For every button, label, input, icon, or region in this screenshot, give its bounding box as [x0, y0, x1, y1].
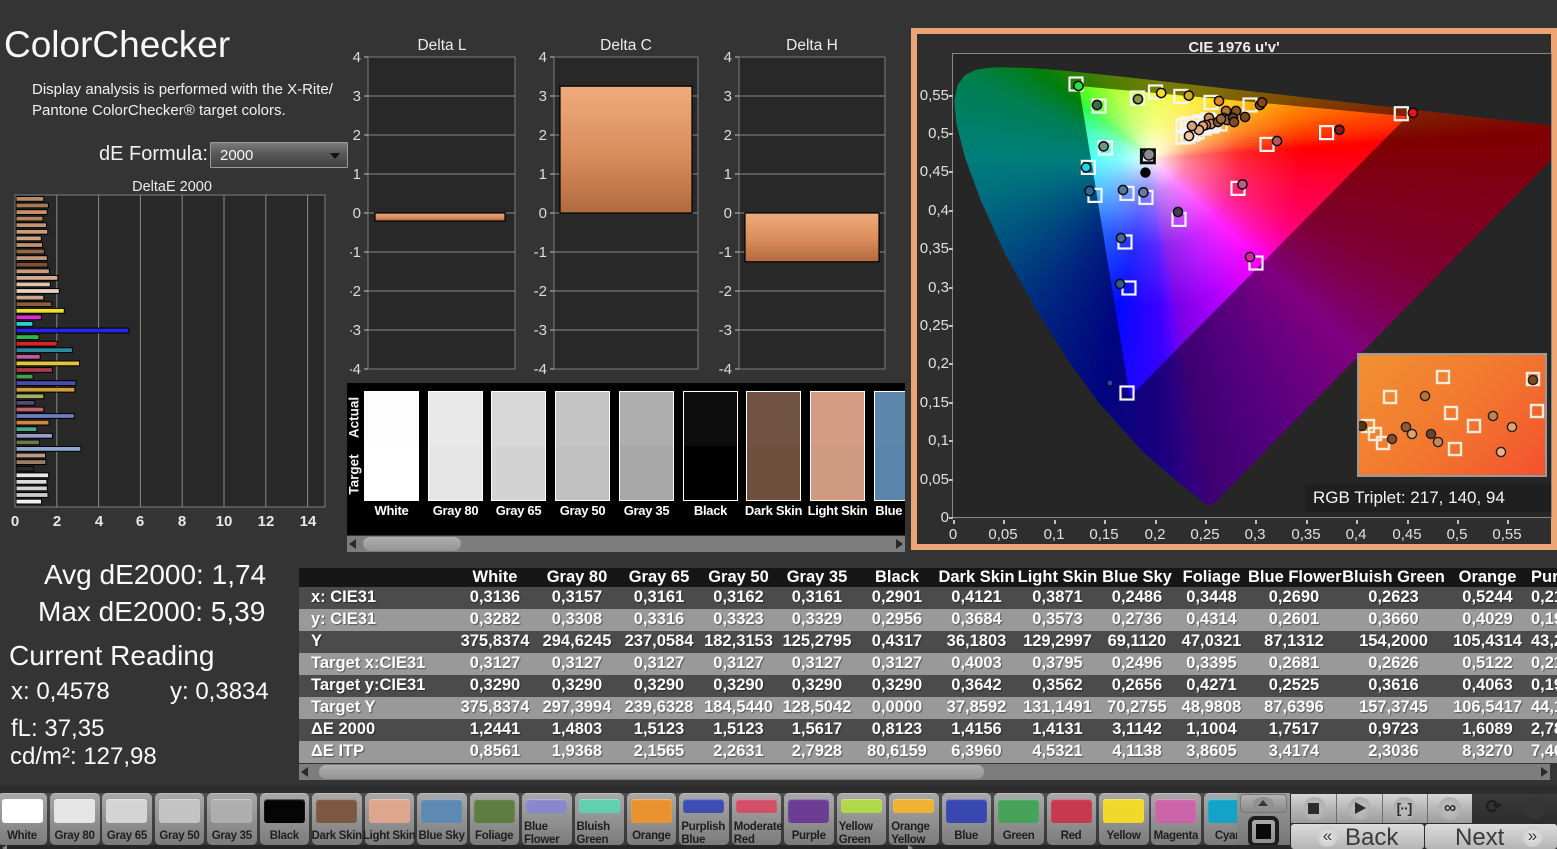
svg-text:0: 0	[539, 205, 547, 222]
svg-text:1: 1	[724, 166, 732, 183]
svg-text:1: 1	[539, 166, 547, 183]
svg-text:0: 0	[353, 205, 361, 222]
svg-text:6: 6	[136, 513, 144, 530]
svg-text:1: 1	[353, 166, 361, 183]
svg-text:12: 12	[258, 513, 275, 530]
svg-text:-1: -1	[350, 244, 361, 261]
svg-text:2: 2	[724, 127, 732, 144]
svg-text:4: 4	[353, 49, 361, 66]
svg-text:-4: -4	[534, 361, 547, 378]
svg-text:4: 4	[95, 513, 104, 530]
svg-text:2: 2	[353, 127, 361, 144]
svg-text:-2: -2	[719, 283, 732, 300]
svg-text:-4: -4	[350, 361, 361, 378]
svg-text:-2: -2	[350, 283, 361, 300]
svg-text:-1: -1	[534, 244, 547, 261]
svg-text:3: 3	[539, 88, 547, 105]
svg-text:2: 2	[539, 127, 547, 144]
svg-text:Delta L: Delta L	[417, 37, 466, 54]
svg-text:4: 4	[539, 49, 547, 66]
svg-text:8: 8	[178, 513, 186, 530]
svg-text:10: 10	[216, 513, 233, 530]
svg-text:-3: -3	[719, 322, 732, 339]
svg-text:DeltaE 2000: DeltaE 2000	[132, 179, 212, 195]
svg-text:0: 0	[11, 513, 19, 530]
svg-text:3: 3	[353, 88, 361, 105]
svg-text:4: 4	[724, 49, 732, 66]
svg-text:-2: -2	[534, 283, 547, 300]
svg-text:Delta H: Delta H	[786, 37, 838, 54]
svg-text:-1: -1	[719, 244, 732, 261]
svg-text:2: 2	[53, 513, 61, 530]
svg-text:14: 14	[300, 513, 317, 530]
svg-text:0: 0	[724, 205, 732, 222]
svg-text:Delta C: Delta C	[600, 37, 652, 54]
svg-text:-3: -3	[350, 322, 361, 339]
svg-text:-4: -4	[719, 361, 732, 378]
svg-text:3: 3	[724, 88, 732, 105]
svg-text:-3: -3	[534, 322, 547, 339]
